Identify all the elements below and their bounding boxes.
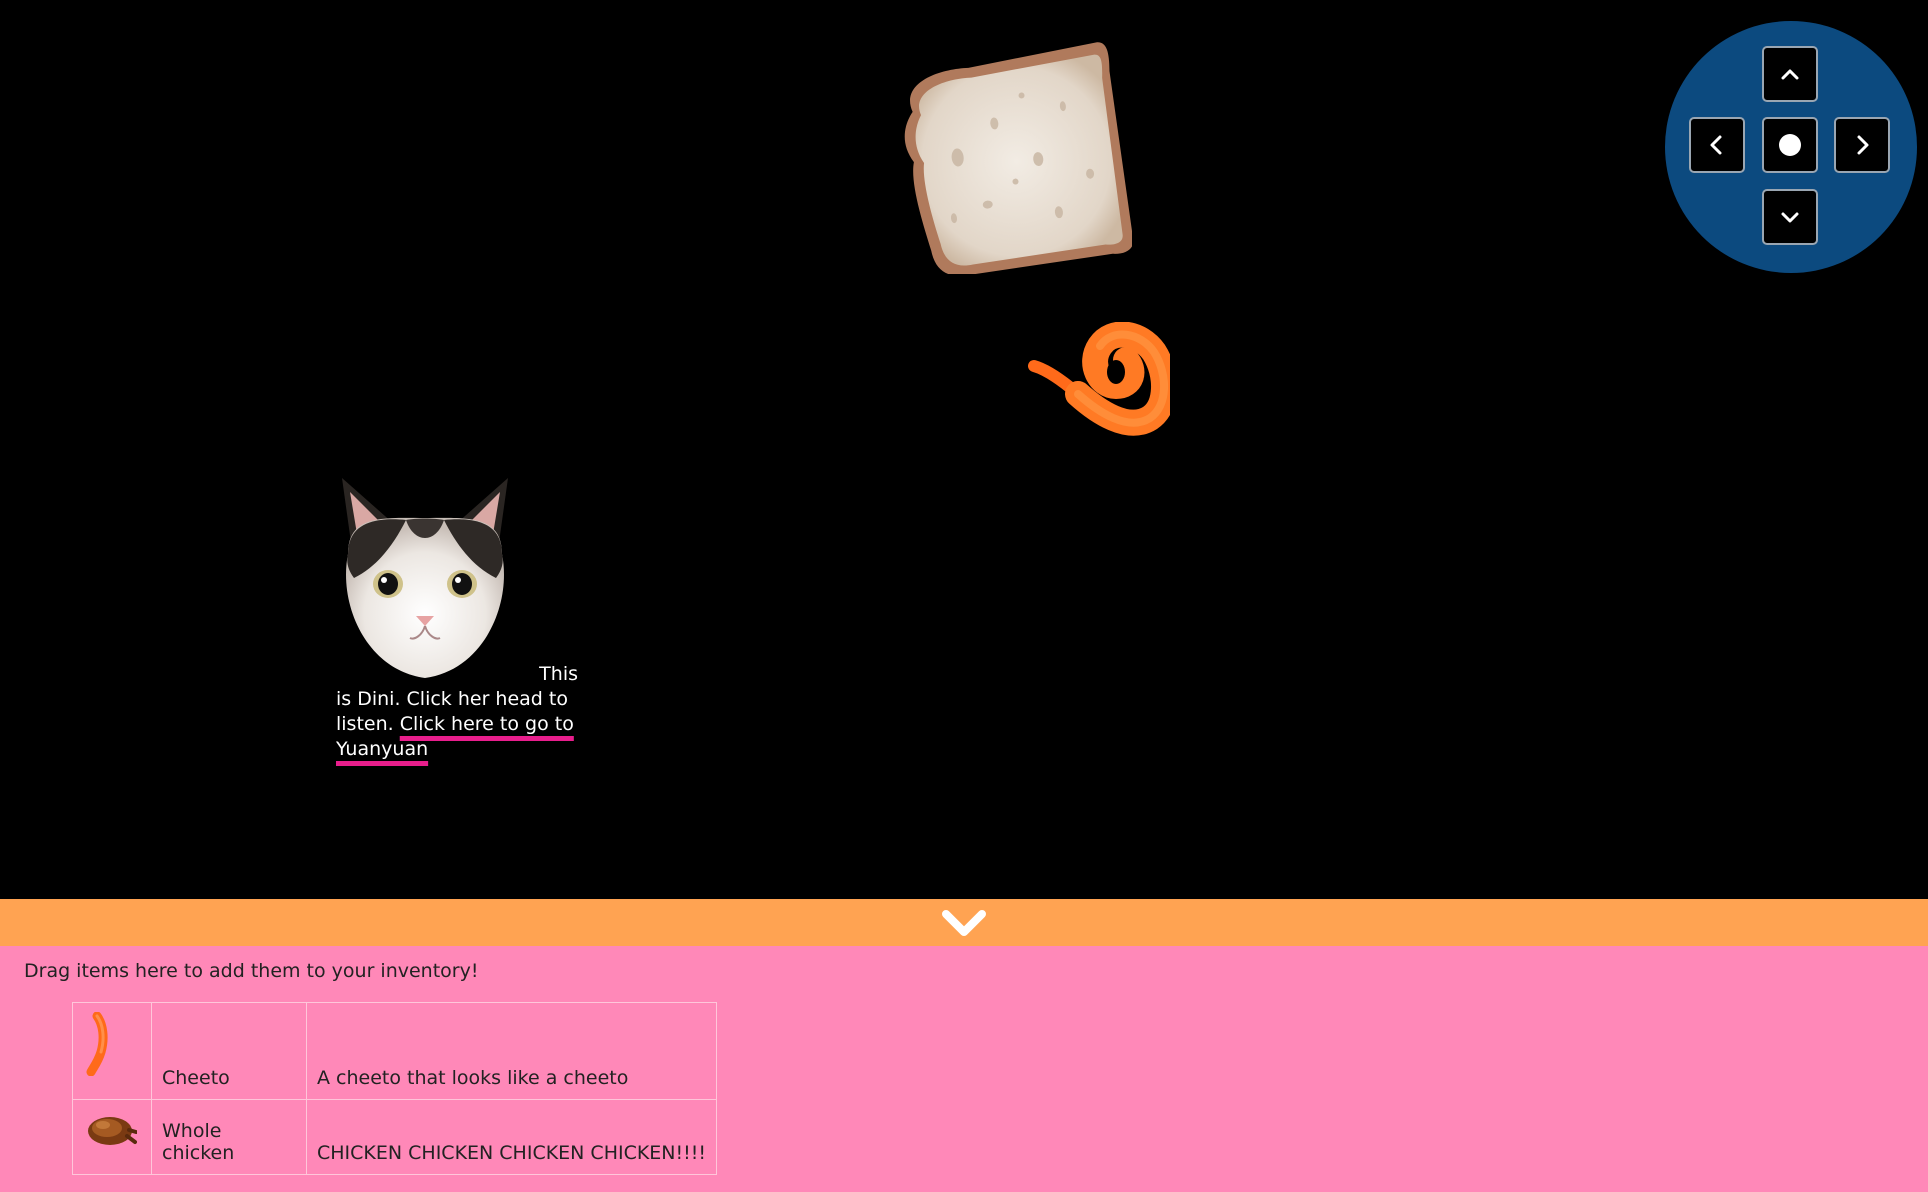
move-up-button[interactable]: [1762, 46, 1818, 102]
inventory-panel[interactable]: Drag items here to add them to your inve…: [0, 946, 1928, 1192]
cat-head-icon[interactable]: [334, 474, 516, 680]
game-world: This is Dini. Click her head to listen. …: [0, 0, 1928, 899]
chevron-left-icon: [1710, 135, 1722, 155]
inventory-row-chicken[interactable]: Whole chicken CHICKEN CHICKEN CHICKEN CH…: [72, 1099, 717, 1175]
center-button[interactable]: [1762, 117, 1818, 173]
chicken-icon[interactable]: [83, 1110, 138, 1150]
move-down-button[interactable]: [1762, 189, 1818, 245]
inventory-item-description: A cheeto that looks like a cheeto: [306, 1002, 717, 1100]
caption-first-line: This: [539, 663, 578, 685]
cat-caption: This is Dini. Click her head to listen. …: [336, 662, 578, 762]
chevron-up-icon: [1781, 69, 1799, 80]
move-left-button[interactable]: [1689, 117, 1745, 173]
inventory-item-name: Whole chicken: [151, 1099, 307, 1175]
inventory-hint: Drag items here to add them to your inve…: [24, 960, 479, 982]
cheeto-icon[interactable]: [1028, 322, 1170, 448]
move-right-button[interactable]: [1834, 117, 1890, 173]
inventory-icon-cell: [72, 1002, 152, 1100]
chevron-right-icon: [1857, 135, 1869, 155]
inventory-table: Cheeto A cheeto that looks like a cheeto…: [72, 1002, 717, 1175]
chevron-down-icon: [1781, 212, 1799, 223]
dot-icon: [1779, 134, 1801, 156]
inventory-icon-cell: [72, 1099, 152, 1175]
chevron-down-icon: [942, 909, 986, 936]
direction-pad: [1665, 21, 1917, 273]
inventory-item-description: CHICKEN CHICKEN CHICKEN CHICKEN!!!!: [306, 1099, 717, 1175]
inventory-toggle-bar[interactable]: [0, 899, 1928, 946]
inventory-item-name: Cheeto: [151, 1002, 307, 1100]
bread-icon[interactable]: [888, 42, 1132, 274]
inventory-row-cheeto[interactable]: Cheeto A cheeto that looks like a cheeto: [72, 1002, 717, 1100]
cheeto-icon[interactable]: [83, 1011, 113, 1076]
